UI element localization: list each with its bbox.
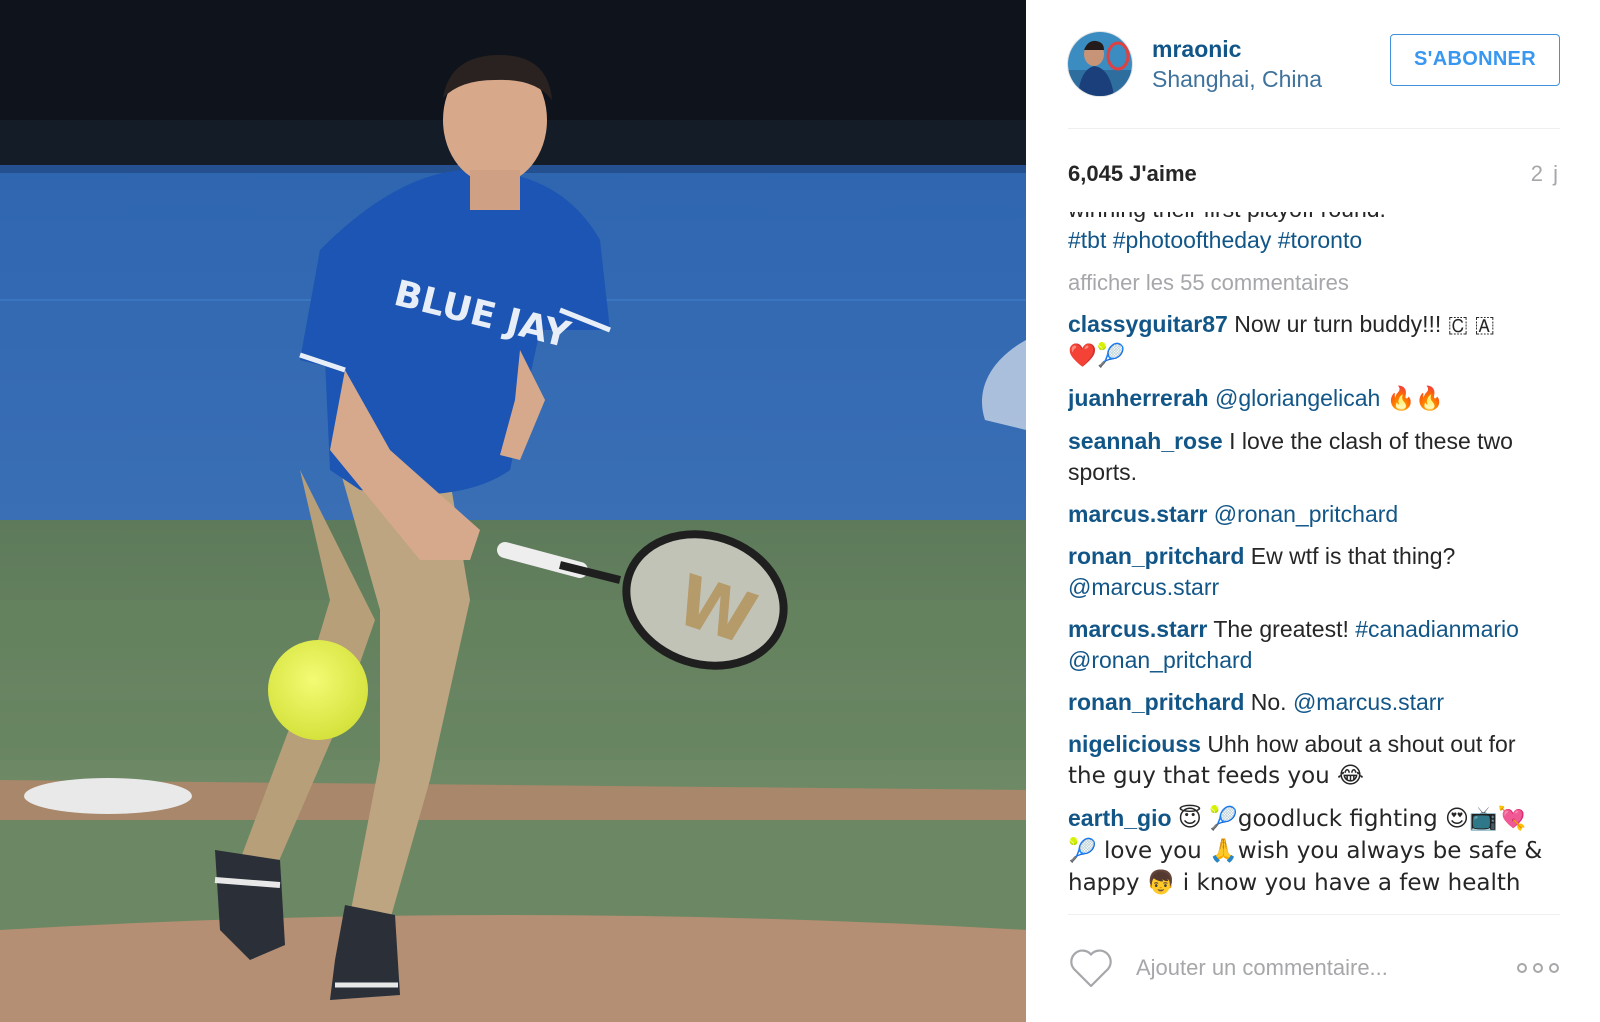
comments-scroll: winning their first playoff round. #tbt …: [1068, 212, 1560, 910]
post-age: 2 j: [1530, 161, 1560, 186]
comment-item: juanherrerah @gloriangelicah 🔥🔥: [1068, 383, 1560, 415]
comment-item: classyguitar87 Now ur turn buddy!!! 🇨 🇦 …: [1068, 309, 1560, 372]
comment-text: The greatest!: [1213, 616, 1349, 642]
comment-username[interactable]: marcus.starr: [1068, 501, 1207, 527]
post-stats: 6,045 J'aime 2 j: [1068, 129, 1560, 219]
comment-username[interactable]: ronan_pritchard: [1068, 543, 1244, 569]
comment-input[interactable]: [1136, 955, 1516, 981]
comment-text: the guy that feeds you 😂: [1068, 763, 1364, 789]
comment-username[interactable]: juanherrerah: [1068, 385, 1209, 411]
comment-item: earth_gio 😇 🎾goodluck fighting 😍📺💘 🎾 lov…: [1068, 803, 1560, 899]
comment-mention[interactable]: @marcus.starr: [1068, 574, 1219, 600]
username-link[interactable]: mraonic: [1152, 34, 1322, 64]
heart-outline-icon[interactable]: [1068, 947, 1114, 989]
post-photo: BLUE JAY W: [0, 0, 1026, 1022]
comment-username[interactable]: earth_gio: [1068, 805, 1172, 831]
comments-list[interactable]: winning their first playoff round. #tbt …: [1068, 212, 1560, 915]
avatar[interactable]: [1068, 32, 1132, 96]
view-all-comments-link[interactable]: afficher les 55 commentaires: [1068, 267, 1560, 298]
hashtag-link[interactable]: #canadianmario: [1355, 616, 1519, 642]
comment-username[interactable]: marcus.starr: [1068, 616, 1207, 642]
comment-text: 🔥🔥: [1386, 386, 1444, 412]
location-link[interactable]: Shanghai, China: [1152, 64, 1322, 94]
likes-count[interactable]: 6,045 J'aime: [1068, 161, 1197, 187]
comment-text: 🎾 love you 🙏wish you always be safe &: [1068, 838, 1543, 864]
comment-mention[interactable]: @ronan_pritchard: [1214, 501, 1398, 527]
comment-text: Now ur turn buddy!!! 🇨 🇦: [1234, 311, 1495, 337]
comment-text: Ew wtf is that thing?: [1250, 543, 1456, 569]
follow-button[interactable]: S'ABONNER: [1390, 34, 1560, 86]
caption-hashtags: #tbt #photooftheday #toronto: [1068, 225, 1560, 256]
comment-text: Uhh how about a shout out for: [1207, 731, 1516, 757]
post-header: mraonic Shanghai, China S'ABONNER: [1068, 0, 1560, 129]
comment-text: sports.: [1068, 459, 1138, 485]
comment-mention[interactable]: @gloriangelicah: [1215, 385, 1380, 411]
instagram-post: BLUE JAY W mraonic Shanghai, China S'ABO…: [0, 0, 1600, 1022]
hashtag-link[interactable]: #photooftheday: [1113, 227, 1272, 253]
comment-text: 😇 🎾goodluck fighting 😍📺💘: [1177, 806, 1527, 832]
comment-text: ❤️🎾: [1068, 343, 1126, 369]
comment-username[interactable]: nigeliciouss: [1068, 731, 1201, 757]
comment-text: happy 👦 i know you have a few health: [1068, 870, 1521, 896]
hashtag-link[interactable]: #tbt: [1068, 227, 1106, 253]
comment-text: No.: [1250, 689, 1287, 715]
caption-partial-line: winning their first playoff round.: [1068, 212, 1560, 225]
comment-mention[interactable]: @marcus.starr: [1293, 689, 1444, 715]
hashtag-link[interactable]: #toronto: [1278, 227, 1362, 253]
more-options-icon[interactable]: [1516, 958, 1560, 978]
comment-username[interactable]: ronan_pritchard: [1068, 689, 1244, 715]
comment-item: seannah_rose I love the clash of these t…: [1068, 426, 1560, 488]
comment-username[interactable]: classyguitar87: [1068, 311, 1228, 337]
comment-item: ronan_pritchard No. @marcus.starr: [1068, 687, 1560, 718]
comment-username[interactable]: seannah_rose: [1068, 428, 1223, 454]
account-info: mraonic Shanghai, China: [1152, 34, 1322, 94]
comment-item: marcus.starr @ronan_pritchard: [1068, 499, 1560, 530]
comment-text: I love the clash of these two: [1229, 428, 1513, 454]
comment-item: marcus.starr The greatest! #canadianmari…: [1068, 614, 1560, 676]
add-comment-bar: [1068, 914, 1560, 1022]
comment-item: ronan_pritchard Ew wtf is that thing? @m…: [1068, 541, 1560, 603]
comment-item: nigeliciouss Uhh how about a shout out f…: [1068, 729, 1560, 792]
comment-mention[interactable]: @ronan_pritchard: [1068, 647, 1252, 673]
